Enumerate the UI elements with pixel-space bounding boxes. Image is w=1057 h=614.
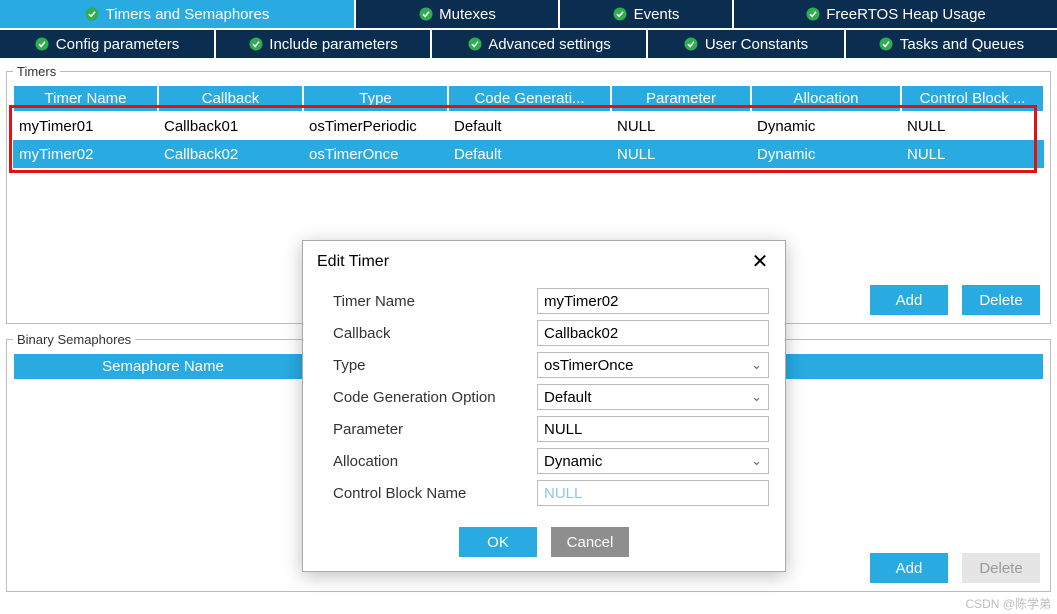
tab-config-parameters[interactable]: Config parameters (0, 30, 216, 60)
dialog-body: Timer Name Callback Type osTimerOnce ⌄ C… (303, 279, 785, 519)
timers-buttons: Add Delete (870, 285, 1040, 315)
dialog-title: Edit Timer (317, 253, 389, 271)
field-label: Control Block Name (333, 485, 533, 502)
cell-callback: Callback02 (158, 144, 303, 165)
field-label: Type (333, 357, 533, 374)
tab-label: Tasks and Queues (900, 36, 1024, 53)
parameter-input[interactable] (537, 416, 769, 442)
tab-label: Events (634, 6, 680, 23)
cancel-button[interactable]: Cancel (551, 527, 629, 557)
type-select[interactable]: osTimerOnce ⌄ (537, 352, 769, 378)
tab-user-constants[interactable]: User Constants (648, 30, 846, 60)
allocation-select[interactable]: Dynamic ⌄ (537, 448, 769, 474)
cell-codegen: Default (448, 144, 611, 165)
timers-legend: Timers (13, 64, 60, 79)
tab-mutexes[interactable]: Mutexes (356, 0, 560, 30)
codegen-select[interactable]: Default ⌄ (537, 384, 769, 410)
field-label: Code Generation Option (333, 389, 533, 406)
check-icon (467, 37, 482, 52)
cell-type: osTimerPeriodic (303, 116, 448, 137)
check-icon (248, 37, 263, 52)
col-codegen[interactable]: Code Generati... (448, 85, 611, 112)
cell-cb: NULL (901, 116, 1044, 137)
select-value: Default (544, 389, 592, 406)
cell-cb: NULL (901, 144, 1044, 165)
bsem-legend: Binary Semaphores (13, 332, 135, 347)
tab-include-parameters[interactable]: Include parameters (216, 30, 432, 60)
col-semaphore-name[interactable]: Semaphore Name (13, 353, 313, 380)
field-label: Allocation (333, 453, 533, 470)
col-control-block[interactable]: Control Block ... (901, 85, 1044, 112)
tab-timers-semaphores[interactable]: Timers and Semaphores (0, 0, 356, 30)
tab-row-2: Config parameters Include parameters Adv… (0, 30, 1057, 60)
select-value: Dynamic (544, 453, 602, 470)
check-icon (805, 7, 820, 22)
cell-name: myTimer02 (13, 144, 158, 165)
tab-label: User Constants (705, 36, 808, 53)
col-parameter[interactable]: Parameter (611, 85, 751, 112)
field-parameter: Parameter (333, 413, 769, 445)
tab-label: Mutexes (439, 6, 496, 23)
cell-alloc: Dynamic (751, 144, 901, 165)
watermark: CSDN @陈学弟 (965, 595, 1051, 612)
cell-codegen: Default (448, 116, 611, 137)
ok-button[interactable]: OK (459, 527, 537, 557)
check-icon (85, 7, 100, 22)
check-icon (418, 7, 433, 22)
timers-table: Timer Name Callback Type Code Generati..… (13, 85, 1044, 168)
tab-heap-usage[interactable]: FreeRTOS Heap Usage (734, 0, 1057, 30)
check-icon (613, 7, 628, 22)
edit-timer-dialog: Edit Timer ✕ Timer Name Callback Type os… (302, 240, 786, 572)
cell-param: NULL (611, 116, 751, 137)
table-row[interactable]: myTimer02 Callback02 osTimerOnce Default… (13, 140, 1044, 168)
field-timer-name: Timer Name (333, 285, 769, 317)
field-control-block-name: Control Block Name (333, 477, 769, 509)
add-button[interactable]: Add (870, 553, 948, 583)
field-type: Type osTimerOnce ⌄ (333, 349, 769, 381)
timer-name-input[interactable] (537, 288, 769, 314)
chevron-down-icon: ⌄ (751, 453, 762, 469)
callback-input[interactable] (537, 320, 769, 346)
control-block-name-input (537, 480, 769, 506)
field-label: Parameter (333, 421, 533, 438)
select-value: osTimerOnce (544, 357, 633, 374)
tab-label: Advanced settings (488, 36, 611, 53)
check-icon (879, 37, 894, 52)
tab-label: Include parameters (269, 36, 397, 53)
close-icon[interactable]: ✕ (749, 251, 771, 273)
tab-tasks-queues[interactable]: Tasks and Queues (846, 30, 1057, 60)
cell-name: myTimer01 (13, 116, 158, 137)
timers-header: Timer Name Callback Type Code Generati..… (13, 85, 1044, 112)
table-row[interactable]: myTimer01 Callback01 osTimerPeriodic Def… (13, 112, 1044, 140)
delete-button: Delete (962, 553, 1040, 583)
tab-label: FreeRTOS Heap Usage (826, 6, 986, 23)
cell-alloc: Dynamic (751, 116, 901, 137)
tab-label: Config parameters (56, 36, 179, 53)
col-type[interactable]: Type (303, 85, 448, 112)
dialog-titlebar: Edit Timer ✕ (303, 241, 785, 279)
field-allocation: Allocation Dynamic ⌄ (333, 445, 769, 477)
bsem-buttons: Add Delete (870, 553, 1040, 583)
add-button[interactable]: Add (870, 285, 948, 315)
dialog-buttons: OK Cancel (303, 519, 785, 571)
field-label: Callback (333, 325, 533, 342)
cell-callback: Callback01 (158, 116, 303, 137)
col-timer-name[interactable]: Timer Name (13, 85, 158, 112)
cell-param: NULL (611, 144, 751, 165)
check-icon (35, 37, 50, 52)
delete-button[interactable]: Delete (962, 285, 1040, 315)
cell-type: osTimerOnce (303, 144, 448, 165)
tab-events[interactable]: Events (560, 0, 734, 30)
tab-label: Timers and Semaphores (106, 6, 270, 23)
check-icon (684, 37, 699, 52)
col-allocation[interactable]: Allocation (751, 85, 901, 112)
field-label: Timer Name (333, 293, 533, 310)
field-callback: Callback (333, 317, 769, 349)
tab-advanced-settings[interactable]: Advanced settings (432, 30, 648, 60)
col-callback[interactable]: Callback (158, 85, 303, 112)
chevron-down-icon: ⌄ (751, 357, 762, 373)
field-codegen: Code Generation Option Default ⌄ (333, 381, 769, 413)
chevron-down-icon: ⌄ (751, 389, 762, 405)
tab-row-1: Timers and Semaphores Mutexes Events Fre… (0, 0, 1057, 30)
